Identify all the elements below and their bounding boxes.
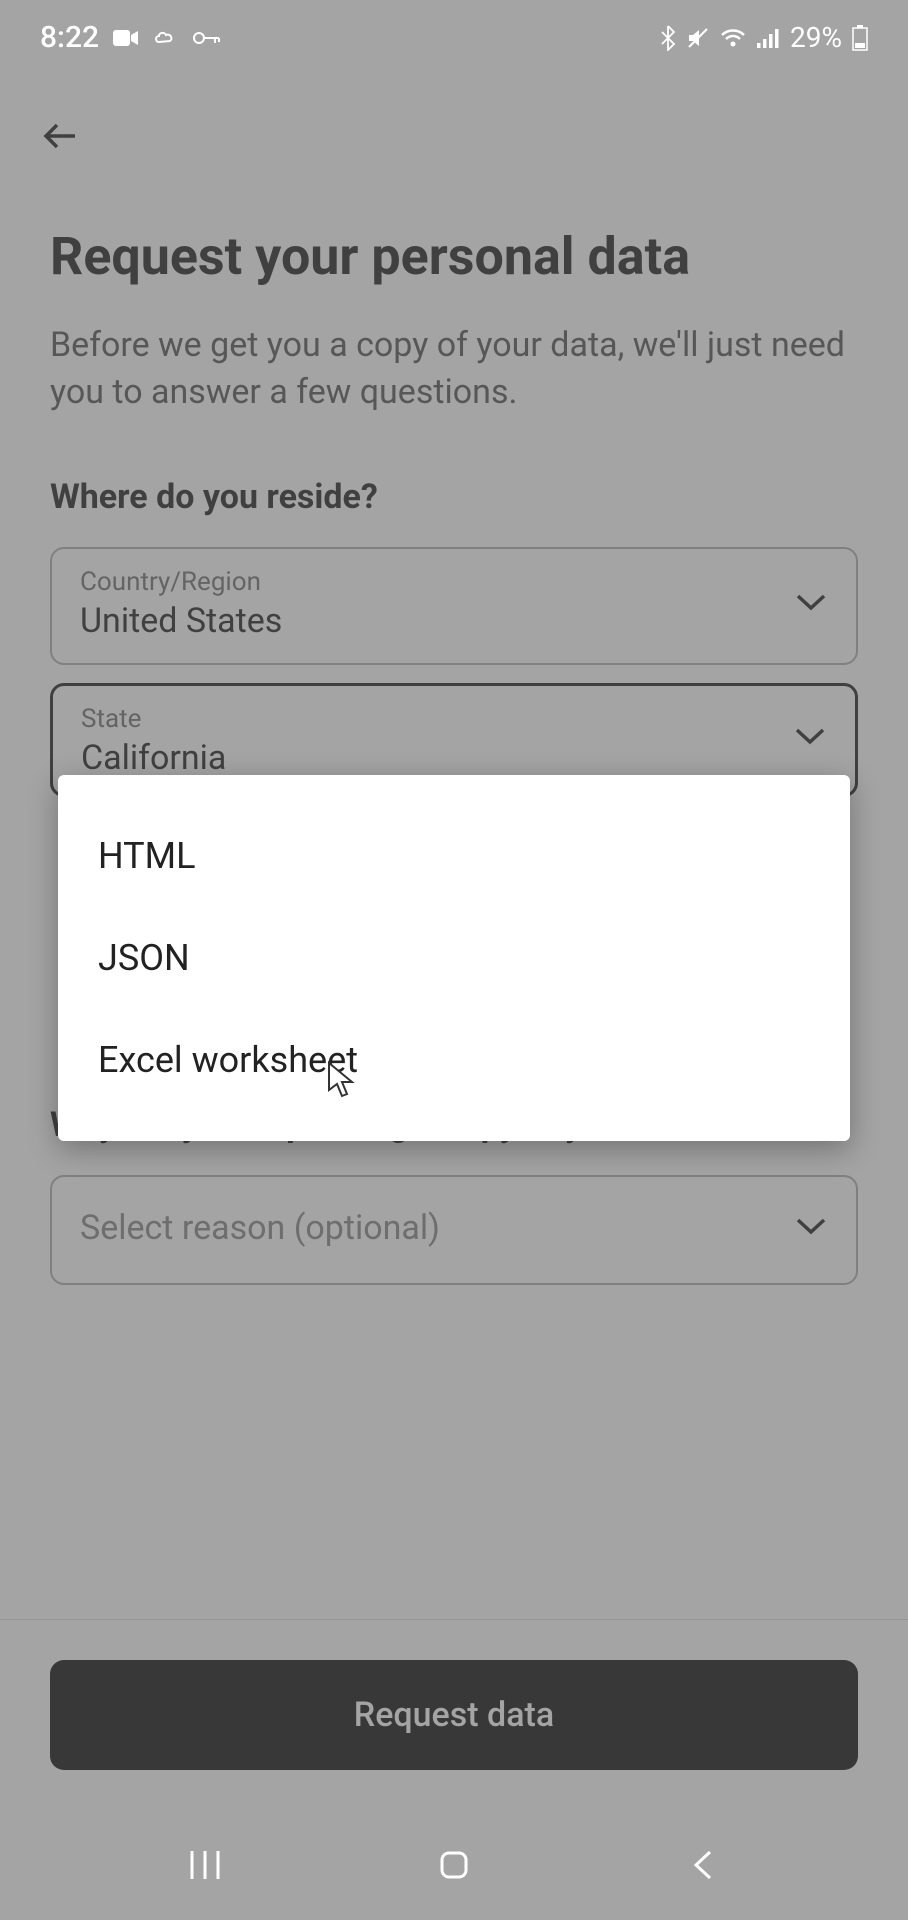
home-button[interactable]: [414, 1825, 494, 1905]
recents-button[interactable]: [165, 1825, 245, 1905]
state-value: California: [81, 738, 226, 772]
chevron-left-icon: [690, 1847, 716, 1883]
mute-icon: [686, 26, 710, 50]
battery-percent: 29%: [790, 21, 842, 54]
state-label: State: [81, 704, 226, 734]
country-label: Country/Region: [80, 567, 282, 597]
nav-back-button[interactable]: [663, 1825, 743, 1905]
format-option-excel[interactable]: Excel worksheet: [58, 1009, 850, 1111]
status-left: 8:22: [40, 20, 221, 55]
request-data-button[interactable]: Request data: [50, 1660, 858, 1770]
reside-question-label: Where do you reside?: [50, 477, 858, 517]
recents-icon: [187, 1847, 223, 1883]
country-dropdown[interactable]: Country/Region United States: [50, 547, 858, 665]
signal-icon: [756, 27, 780, 49]
wifi-icon: [720, 27, 746, 49]
format-dropdown-popup: HTML JSON Excel worksheet: [58, 775, 850, 1141]
format-option-json[interactable]: JSON: [58, 907, 850, 1009]
reason-dropdown[interactable]: Select reason (optional): [50, 1175, 858, 1285]
home-icon: [436, 1847, 472, 1883]
video-icon: [113, 28, 139, 48]
back-button[interactable]: [40, 105, 82, 167]
page-subtitle: Before we get you a copy of your data, w…: [50, 322, 858, 417]
bottom-bar: Request data: [0, 1619, 908, 1810]
chevron-down-icon: [794, 592, 828, 616]
cloud-icon: [153, 28, 179, 48]
status-bar: 8:22 29%: [0, 0, 908, 75]
chevron-down-icon: [793, 726, 827, 750]
system-nav-bar: [0, 1810, 908, 1920]
chevron-down-icon: [794, 1216, 828, 1240]
bluetooth-icon: [660, 25, 676, 51]
reason-placeholder: Select reason (optional): [80, 1208, 440, 1248]
header-bar: [0, 75, 908, 187]
status-right: 29%: [660, 21, 868, 54]
key-icon: [193, 30, 221, 46]
battery-icon: [852, 25, 868, 51]
page-title: Request your personal data: [50, 227, 858, 287]
format-option-html[interactable]: HTML: [58, 805, 850, 907]
status-time: 8:22: [40, 20, 99, 55]
arrow-left-icon: [40, 115, 82, 157]
country-value: United States: [80, 601, 282, 641]
